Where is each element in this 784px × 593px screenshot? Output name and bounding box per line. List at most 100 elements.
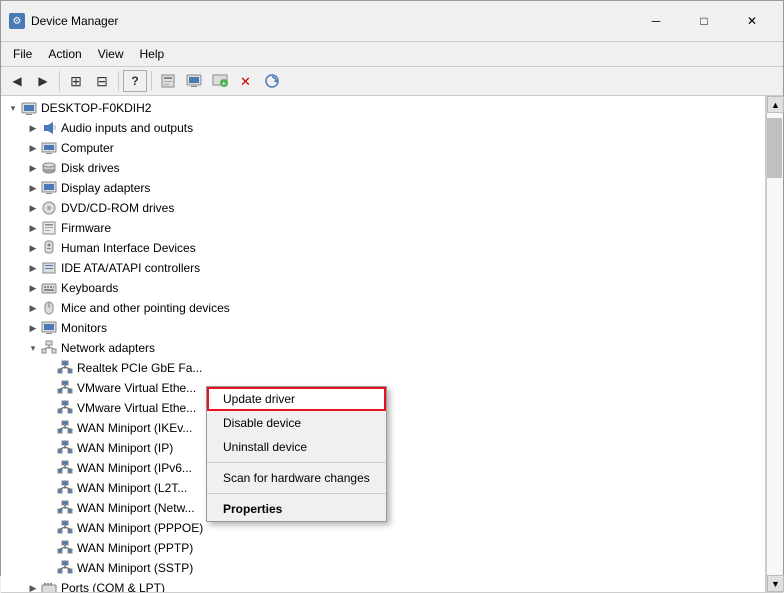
wan-netw-icon: [57, 500, 73, 516]
firmware-icon: [41, 220, 57, 236]
vmware1-label: VMware Virtual Ethe...: [77, 381, 196, 395]
scan-button[interactable]: [260, 70, 284, 92]
forward-button[interactable]: ▶: [31, 70, 55, 92]
list-item[interactable]: ▶ WAN Miniport (SSTP): [1, 558, 765, 578]
list-item[interactable]: ▶ Computer: [1, 138, 765, 158]
window-title: Device Manager: [31, 14, 118, 28]
monitors-icon: [41, 320, 57, 336]
disk-label: Disk drives: [61, 161, 120, 175]
list-item[interactable]: ▶ Display adapters: [1, 178, 765, 198]
root-expander[interactable]: ▾: [5, 100, 21, 116]
wan-ip-label: WAN Miniport (IP): [77, 441, 173, 455]
toolbar-separator-3: [151, 71, 152, 91]
computer-icon: [41, 140, 57, 156]
properties-button[interactable]: [156, 70, 180, 92]
kb-label: Keyboards: [61, 281, 118, 295]
root-icon: [21, 100, 37, 116]
monitors-expander[interactable]: ▶: [25, 320, 41, 336]
scroll-thumb[interactable]: [767, 118, 782, 178]
back-button[interactable]: ◀: [5, 70, 29, 92]
audio-expander[interactable]: ▶: [25, 120, 41, 136]
monitors-label: Monitors: [61, 321, 107, 335]
vmware1-icon: [57, 380, 73, 396]
ide-expander[interactable]: ▶: [25, 260, 41, 276]
display-icon: [41, 180, 57, 196]
context-properties[interactable]: Properties: [207, 497, 386, 521]
hid-icon: [41, 240, 57, 256]
minimize-button[interactable]: ─: [633, 7, 679, 35]
menu-action[interactable]: Action: [40, 44, 89, 64]
vertical-scrollbar[interactable]: ▲ ▼: [766, 96, 783, 592]
ports-icon: [41, 580, 57, 592]
display-label: Display adapters: [61, 181, 150, 195]
toolbar: ◀ ▶ ⊞ ⊟ ? + ✕: [1, 67, 783, 96]
kb-icon: [41, 280, 57, 296]
hid-expander[interactable]: ▶: [25, 240, 41, 256]
wan-l2t-icon: [57, 480, 73, 496]
list-item[interactable]: ▶ Mice and other pointing devices: [1, 298, 765, 318]
computer-expander[interactable]: ▶: [25, 140, 41, 156]
svg-text:✕: ✕: [240, 74, 251, 89]
kb-expander[interactable]: ▶: [25, 280, 41, 296]
mice-icon: [41, 300, 57, 316]
scroll-track[interactable]: [767, 113, 783, 575]
list-item[interactable]: ▶ Monitors: [1, 318, 765, 338]
firmware-expander[interactable]: ▶: [25, 220, 41, 236]
context-menu: Update driver Disable device Uninstall d…: [206, 386, 387, 522]
list-item[interactable]: ▶ DVD/CD-ROM drives: [1, 198, 765, 218]
scroll-down-button[interactable]: ▼: [767, 575, 784, 592]
network-expander[interactable]: ▾: [25, 340, 41, 356]
menu-file[interactable]: File: [5, 44, 40, 64]
list-item[interactable]: ▶ )) Audio inputs and outputs: [1, 118, 765, 138]
mice-expander[interactable]: ▶: [25, 300, 41, 316]
expand-button[interactable]: ⊞: [64, 70, 88, 92]
vmware2-label: VMware Virtual Ethe...: [77, 401, 196, 415]
ide-icon: [41, 260, 57, 276]
context-uninstall-device[interactable]: Uninstall device: [207, 435, 386, 459]
list-item[interactable]: ▶ Firmware: [1, 218, 765, 238]
wan-pptp-label: WAN Miniport (PPTP): [77, 541, 193, 555]
list-item[interactable]: ▶ Ports (COM & LPT): [1, 578, 765, 592]
context-separator-2: [207, 493, 386, 494]
firmware-label: Firmware: [61, 221, 111, 235]
wan-pptp-icon: [57, 540, 73, 556]
wan-ipv6-label: WAN Miniport (IPv6...: [77, 461, 192, 475]
list-item[interactable]: ▶ Keyboards: [1, 278, 765, 298]
list-item[interactable]: ▶ Realtek PCIe GbE Fa...: [1, 358, 765, 378]
help-button[interactable]: ?: [123, 70, 147, 92]
wan-sstp-icon: [57, 560, 73, 576]
maximize-button[interactable]: □: [681, 7, 727, 35]
vmware2-icon: [57, 400, 73, 416]
scroll-up-button[interactable]: ▲: [767, 96, 784, 113]
svg-text:)): )): [53, 125, 57, 131]
ports-expander[interactable]: ▶: [25, 580, 41, 592]
context-scan-hardware[interactable]: Scan for hardware changes: [207, 466, 386, 490]
context-update-driver[interactable]: Update driver: [207, 387, 386, 411]
tree-root[interactable]: ▾ DESKTOP-F0KDIH2: [1, 98, 765, 118]
tree-pane[interactable]: ▾ DESKTOP-F0KDIH2 ▶ )) Audio inputs and …: [1, 96, 766, 592]
realtek-label: Realtek PCIe GbE Fa...: [77, 361, 202, 375]
close-button[interactable]: ✕: [729, 7, 775, 35]
remove-button[interactable]: ✕: [234, 70, 258, 92]
monitor-button[interactable]: [182, 70, 206, 92]
dvd-expander[interactable]: ▶: [25, 200, 41, 216]
collapse-button[interactable]: ⊟: [90, 70, 114, 92]
menu-help[interactable]: Help: [132, 44, 173, 64]
computer-label: Computer: [61, 141, 114, 155]
list-item[interactable]: ▶ Human Interface Devices: [1, 238, 765, 258]
list-item[interactable]: ▶ IDE ATA/ATAPI controllers: [1, 258, 765, 278]
context-disable-device[interactable]: Disable device: [207, 411, 386, 435]
wan-netw-label: WAN Miniport (Netw...: [77, 501, 195, 515]
list-item[interactable]: ▶ Disk drives: [1, 158, 765, 178]
list-item[interactable]: ▾ Network adapters: [1, 338, 765, 358]
list-item[interactable]: ▶ WAN Miniport (PPTP): [1, 538, 765, 558]
display-expander[interactable]: ▶: [25, 180, 41, 196]
ide-label: IDE ATA/ATAPI controllers: [61, 261, 200, 275]
add-button[interactable]: +: [208, 70, 232, 92]
menu-view[interactable]: View: [90, 44, 132, 64]
wan-sstp-label: WAN Miniport (SSTP): [77, 561, 193, 575]
context-separator: [207, 462, 386, 463]
toolbar-separator-1: [59, 71, 60, 91]
wan-ip-icon: [57, 440, 73, 456]
disk-expander[interactable]: ▶: [25, 160, 41, 176]
